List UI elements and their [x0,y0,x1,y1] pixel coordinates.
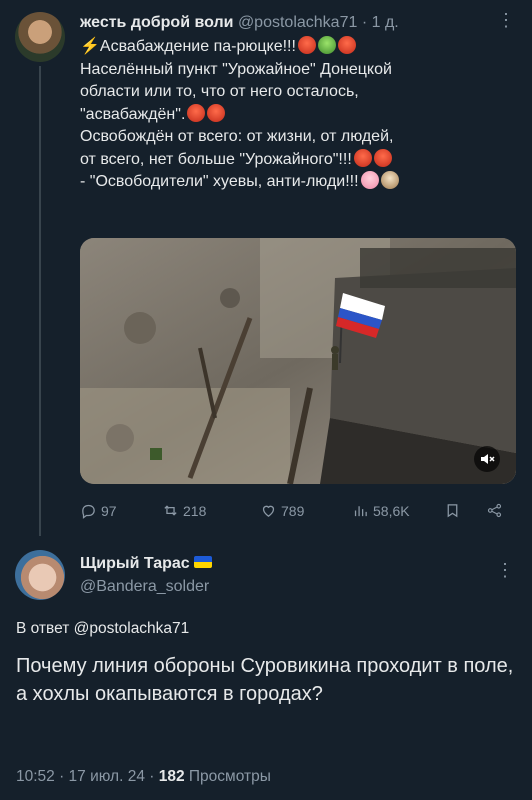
retweet-count: 218 [183,502,207,519]
view-count: 58,6K [373,502,410,519]
text-line: Освобождён от всего: от жизни, от людей, [80,128,394,145]
tweet-text: Почему линия обороны Суровикина проходит… [16,655,514,705]
cursing-face-icon [187,103,206,122]
cursing-face-icon [353,148,372,167]
tweet-timestamp[interactable]: 10:52 · 17 июл. 24 · [16,768,159,785]
more-options-icon[interactable]: ⋮ [496,560,514,581]
share-icon [487,503,502,518]
cursing-face-icon [337,36,356,54]
dog-face-icon [380,171,399,189]
bookmark-button[interactable] [444,502,461,519]
share-button[interactable] [486,502,503,519]
reply-button[interactable]: 97 [80,502,117,519]
views-label: Просмотры [184,768,271,785]
text-line: "асвабаждён". [80,105,186,123]
video-frame [80,238,516,484]
tweet-time[interactable]: 1 д. [372,14,399,31]
separator: · [361,14,368,31]
retweet-button[interactable]: 218 [162,502,206,519]
like-count: 789 [281,502,305,519]
views-button[interactable]: 58,6K [352,502,410,519]
tweet-text: ⚡Асвабаждение па-рюцке!!! Населённый пун… [80,36,520,194]
views-count: 182 [158,768,185,785]
lightning-icon: ⚡ [80,38,100,55]
avatar[interactable] [15,550,65,600]
cursing-face-icon [207,103,226,122]
reply-icon [82,504,95,519]
reply-count: 97 [101,502,117,519]
tweet-meta: 10:52 · 17 июл. 24 · 182 Просмотры [16,768,271,786]
thread-connector [39,66,41,536]
tweet-actions: 97 218 789 58,6K [80,502,516,522]
author-name[interactable]: Щирый Тарас [80,555,190,572]
bookmark-icon [447,504,458,518]
like-button[interactable]: 789 [260,502,304,519]
speaker-mute-icon[interactable] [474,446,500,472]
pig-face-icon [360,171,379,189]
analytics-icon [354,506,367,517]
tweet-header: жесть доброй воли @postolachka71 · 1 д. [80,12,399,34]
retweet-icon [164,505,177,516]
author-handle[interactable]: @postolachka71 [238,14,357,31]
reply-to-label[interactable]: В ответ @postolachka71 [16,620,189,638]
author-handle[interactable]: @Bandera_solder [80,578,209,596]
text-line: области или то, что от него осталось, [80,83,359,100]
text-line: Асвабаждение па-рюцке!!! [99,38,296,55]
text-line: от всего, нет больше "Урожайного"!!! [80,150,352,168]
author-name[interactable]: жесть доброй воли [80,14,233,31]
tweet-video[interactable] [80,238,516,484]
nauseated-face-icon [317,36,336,54]
heart-icon [262,505,275,517]
ukraine-flag-icon [193,556,212,568]
avatar[interactable] [15,12,65,62]
more-options-icon[interactable]: ⋮ [497,10,515,31]
tweet-header: Щирый Тарас [80,553,212,575]
cursing-face-icon [373,148,392,167]
text-line: - "Освободители" хуевы, анти-люди!!! [80,173,359,190]
cursing-face-icon [297,36,316,54]
text-line: Населённый пункт "Урожайное" Донецкой [80,60,392,78]
